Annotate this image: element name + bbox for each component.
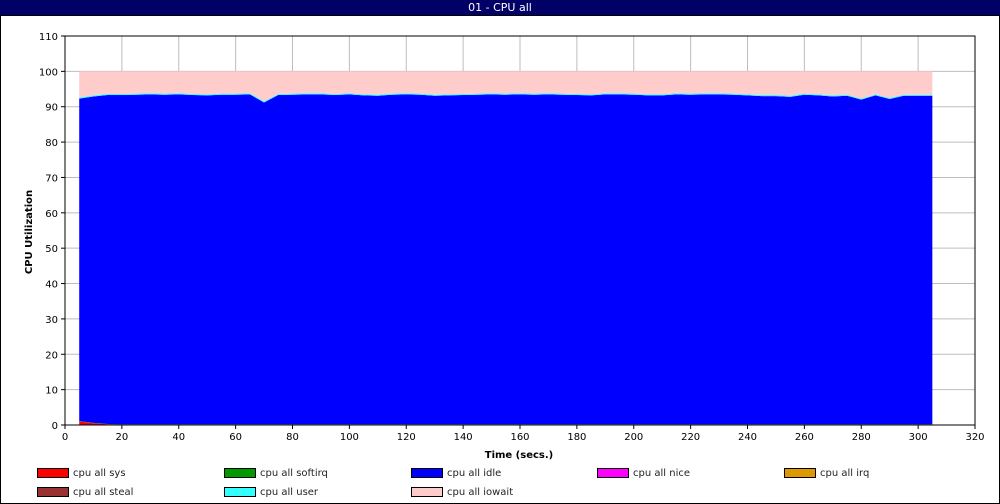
x-axis-label: Time (secs.) (485, 450, 554, 461)
x-tick-label: 20 (116, 432, 129, 443)
x-tick-label: 220 (681, 432, 700, 443)
x-tick-label: 40 (172, 432, 185, 443)
y-tick-label: 30 (45, 315, 58, 326)
series-area-cpu-all-idle (79, 94, 933, 425)
y-tick-label: 80 (45, 138, 58, 149)
area-series (79, 71, 933, 425)
y-tick-label: 10 (45, 386, 58, 397)
y-tick-label: 100 (39, 67, 58, 78)
x-tick-label: 320 (965, 432, 984, 443)
x-tick-label: 260 (795, 432, 814, 443)
x-tick-label: 240 (738, 432, 757, 443)
x-tick-label: 200 (624, 432, 643, 443)
y-tick-label: 110 (39, 32, 58, 43)
x-tick-label: 160 (510, 432, 529, 443)
y-tick-label: 50 (45, 244, 58, 255)
x-tick-label: 100 (340, 432, 359, 443)
y-tick-label: 20 (45, 350, 58, 361)
y-tick-label: 0 (52, 421, 58, 432)
x-tick-labels: 0 20 40 60 80 100 120 140 160 180 200 220 240 260 280 3… (62, 432, 985, 443)
y-tick-label: 90 (45, 103, 58, 114)
x-tick-label: 280 (852, 432, 871, 443)
x-tick-label: 180 (567, 432, 586, 443)
x-tick-label: 0 (62, 432, 68, 443)
y-tick-label: 60 (45, 209, 58, 220)
x-tick-label: 60 (229, 432, 242, 443)
x-tick-label: 300 (909, 432, 928, 443)
x-tick-label: 80 (286, 432, 299, 443)
y-tick-label: 40 (45, 280, 58, 291)
x-tick-label: 140 (454, 432, 473, 443)
y-axis-label: CPU Utilization (24, 190, 35, 274)
y-tick-label: 70 (45, 173, 58, 184)
y-tick-labels: 0 10 20 30 40 50 60 70 80 90 100 110 (39, 32, 58, 432)
x-tick-label: 120 (397, 432, 416, 443)
cpu-area-chart: 0 20 40 60 80 100 120 140 160 180 200 220 240 260 280 3… (24, 32, 985, 461)
